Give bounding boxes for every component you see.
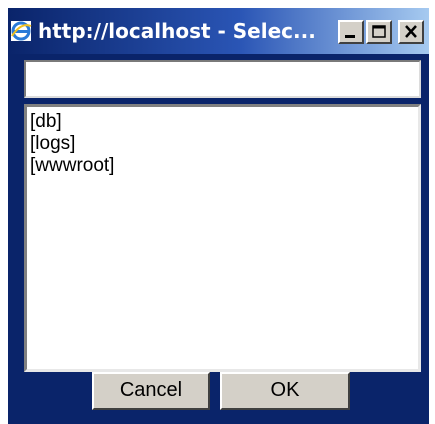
list-item[interactable]: [wwwroot]	[30, 155, 418, 177]
title-bar[interactable]: http://localhost - Selec...	[8, 8, 429, 54]
minimize-button[interactable]	[338, 20, 364, 44]
maximize-button[interactable]	[366, 20, 392, 44]
select-dialog-window: http://localhost - Selec... [db] [logs] …	[8, 8, 429, 424]
path-input[interactable]	[24, 60, 421, 98]
cancel-button[interactable]: Cancel	[92, 372, 210, 410]
folder-list[interactable]: [db] [logs] [wwwroot]	[24, 104, 421, 372]
list-item[interactable]: [logs]	[30, 133, 418, 155]
close-button[interactable]	[398, 20, 424, 44]
window-title: http://localhost - Selec...	[38, 19, 316, 43]
list-item[interactable]: [db]	[30, 111, 418, 133]
ie-icon	[10, 20, 32, 42]
ok-button[interactable]: OK	[220, 372, 350, 410]
